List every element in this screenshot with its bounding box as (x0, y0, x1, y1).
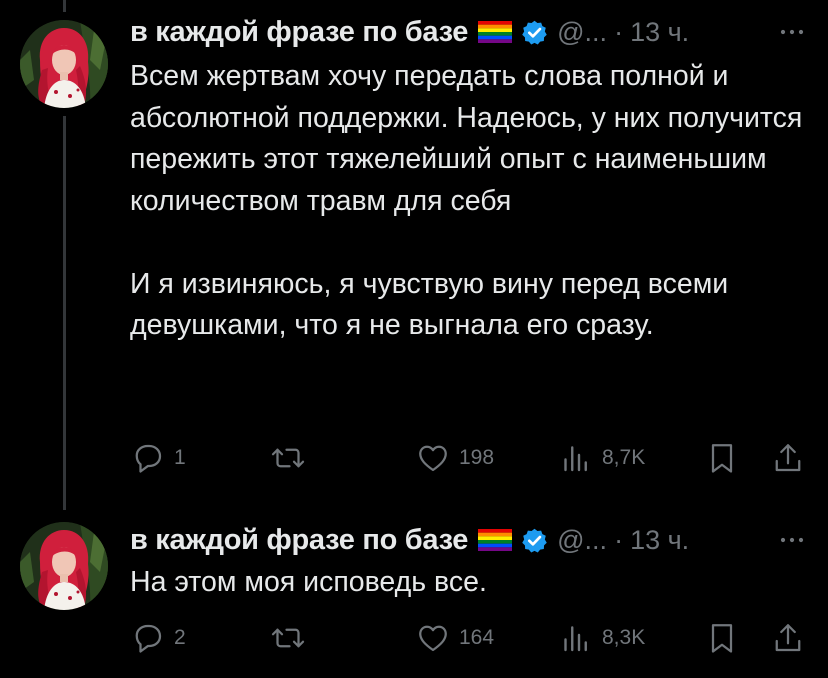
verified-badge-icon[interactable] (521, 19, 548, 46)
tweet-1[interactable]: в каждой фразе по базе @... · 13 ч. Всем… (0, 0, 828, 500)
like-count: 198 (459, 446, 495, 469)
separator-dot: · (614, 524, 624, 555)
action-bar: 2 164 8,3K (130, 620, 810, 656)
views-icon (564, 446, 587, 472)
tweet-paragraph: На этом моя исповедь все. (130, 566, 487, 598)
share-button[interactable] (770, 440, 806, 476)
avatar[interactable] (20, 522, 108, 610)
view-count: 8,7K (602, 446, 646, 469)
like-button[interactable]: 164 (415, 620, 494, 656)
tweet-2[interactable]: в каждой фразе по базе @... · 13 ч. На э… (0, 510, 828, 678)
share-icon (775, 444, 801, 472)
reply-icon (135, 444, 162, 473)
repost-icon (271, 628, 305, 648)
reply-icon (135, 624, 162, 653)
author-handle[interactable]: @... (557, 17, 607, 48)
avatar[interactable] (20, 20, 108, 108)
timestamp[interactable]: 13 ч. (630, 17, 689, 48)
bookmark-icon (711, 624, 733, 653)
repost-button[interactable] (270, 440, 314, 476)
share-icon (775, 624, 801, 652)
reply-count: 2 (174, 626, 186, 649)
rainbow-flag-icon (478, 21, 512, 43)
more-options-icon[interactable] (778, 18, 806, 46)
more-options-icon[interactable] (778, 526, 806, 554)
author-handle[interactable]: @... (557, 525, 607, 556)
rainbow-flag-icon (478, 529, 512, 551)
heart-icon (419, 625, 447, 652)
share-button[interactable] (770, 620, 806, 656)
reply-count: 1 (174, 446, 186, 469)
thread-page: в каждой фразе по базе @... · 13 ч. Всем… (0, 0, 828, 678)
bookmark-button[interactable] (704, 620, 740, 656)
views-button[interactable]: 8,3K (558, 620, 645, 656)
repost-button[interactable] (270, 620, 314, 656)
views-button[interactable]: 8,7K (558, 440, 645, 476)
views-icon (564, 626, 587, 652)
like-count: 164 (459, 626, 495, 649)
tweet-text: На этом моя исповедь все. (130, 562, 810, 604)
bookmark-button[interactable] (704, 440, 740, 476)
author-name[interactable]: в каждой фразе по базе (130, 16, 468, 49)
verified-badge-icon[interactable] (521, 527, 548, 554)
timestamp[interactable]: 13 ч. (630, 525, 689, 556)
tweet-header: в каждой фразе по базе @... · 13 ч. (130, 14, 689, 50)
bookmark-icon (711, 444, 733, 473)
tweet-paragraph: Всем жертвам хочу передать слова полной … (130, 60, 803, 217)
like-button[interactable]: 198 (415, 440, 494, 476)
author-name[interactable]: в каждой фразе по базе (130, 524, 468, 557)
heart-icon (419, 445, 447, 472)
reply-button[interactable]: 2 (130, 620, 186, 656)
separator-dot: · (614, 16, 624, 47)
repost-icon (271, 448, 305, 468)
reply-button[interactable]: 1 (130, 440, 186, 476)
action-bar: 1 198 8,7K (130, 440, 810, 476)
view-count: 8,3K (602, 626, 646, 649)
tweet-text: Всем жертвам хочу передать слова полной … (130, 56, 810, 347)
tweet-paragraph: И я извиняюсь, я чувствую вину перед все… (130, 267, 729, 342)
tweet-header: в каждой фразе по базе @... · 13 ч. (130, 522, 689, 558)
